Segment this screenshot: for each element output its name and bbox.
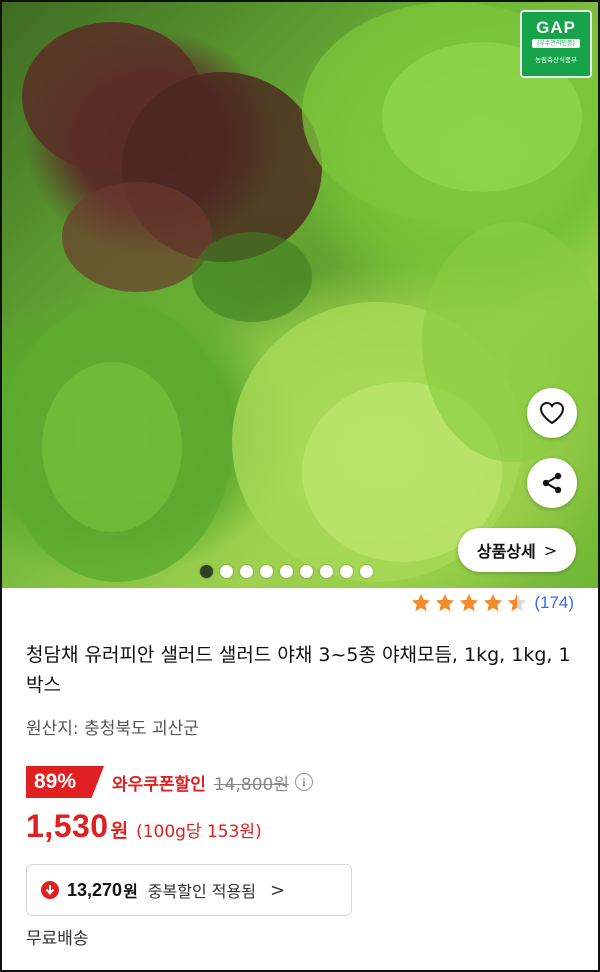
gallery-dot[interactable] (300, 565, 313, 578)
share-button[interactable] (527, 458, 577, 508)
rating-stars (410, 592, 528, 614)
gallery-dot[interactable] (220, 565, 233, 578)
star-full-icon (484, 593, 503, 612)
gallery-dot[interactable] (320, 565, 333, 578)
coupon-discount-row: 89% 와우쿠폰할인 14,800원 i (26, 766, 313, 798)
shipping-info: 무료배송 (26, 929, 89, 949)
gallery-dot[interactable] (200, 565, 213, 578)
wishlist-button[interactable] (527, 388, 577, 438)
chevron-right-icon: > (269, 879, 286, 901)
star-full-icon (436, 593, 455, 612)
gallery-dot[interactable] (360, 565, 373, 578)
star-half-icon (508, 593, 527, 612)
gap-certification-badge: GAP (우수관리인증) 농림축산식품부 (520, 10, 592, 78)
gap-badge-subtitle: (우수관리인증) (532, 39, 580, 48)
discount-percent-badge: 89% (26, 766, 104, 798)
product-detail-button[interactable]: 상품상세 > (458, 528, 576, 572)
chevron-right-icon: > (543, 540, 558, 560)
gap-badge-title: GAP (536, 18, 576, 37)
gallery-dot[interactable] (260, 565, 273, 578)
coupon-discount-label: 와우쿠폰할인 (112, 774, 206, 795)
star-full-icon (460, 593, 479, 612)
arrow-down-icon (41, 881, 59, 899)
star-full-icon (412, 593, 431, 612)
extra-discount-button[interactable]: 13,270 원 중복할인 적용됨 > (26, 864, 352, 916)
product-image-gallery[interactable]: GAP (우수관리인증) 농림축산식품부 상품상세 > (2, 2, 598, 588)
sale-price: 1,530 원 (100g당 153원) (26, 808, 262, 845)
gallery-dot[interactable] (240, 565, 253, 578)
original-price: 14,800원 (213, 774, 289, 795)
product-title: 청담채 유러피안 샐러드 샐러드 야채 3~5종 야채모듬, 1kg, 1kg,… (26, 644, 571, 696)
info-icon[interactable]: i (294, 773, 313, 791)
product-detail-label: 상품상세 (476, 542, 536, 561)
unit-price: (100g당 153원) (136, 822, 262, 842)
extra-discount-label: 중복할인 적용됨 (147, 882, 256, 901)
product-rating[interactable]: (174) (410, 592, 574, 614)
review-count-link[interactable]: (174) (534, 593, 574, 613)
gallery-pagination (200, 565, 373, 578)
heart-icon (539, 401, 565, 425)
gap-badge-footer: 농림축산식품부 (535, 56, 577, 64)
share-icon (542, 472, 562, 494)
sale-price-currency: 원 (110, 820, 129, 842)
extra-discount-currency: 원 (123, 882, 138, 901)
product-page: GAP (우수관리인증) 농림축산식품부 상품상세 > (174) 청담채 유러… (0, 0, 600, 972)
gallery-dot[interactable] (340, 565, 353, 578)
extra-discount-amount: 13,270 (67, 879, 123, 900)
sale-price-amount: 1,530 (26, 808, 109, 844)
gallery-dot[interactable] (280, 565, 293, 578)
product-origin: 원산지: 충청북도 괴산군 (26, 719, 199, 739)
